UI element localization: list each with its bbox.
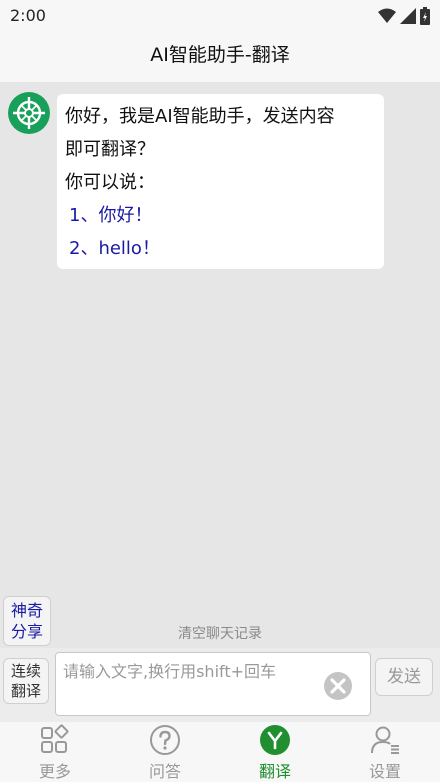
assistant-avatar [8,92,50,134]
clear-history-link[interactable]: 清空聊天记录 [0,623,440,643]
bottom-tab-bar: 更多 问答 翻译 设置 [0,722,440,782]
translate-icon [260,725,290,755]
grid-icon [41,724,69,753]
tab-settings[interactable]: 设置 [330,722,440,782]
clear-input-icon[interactable] [323,671,353,701]
continuous-label-line1: 连续 [10,662,41,680]
send-button[interactable]: 发送 [375,658,433,696]
message-line: 你好，我是AI智能助手，发送内容 [65,106,335,127]
magic-share-label-line1: 神奇 [10,601,43,620]
tab-more[interactable]: 更多 [0,722,110,782]
tab-qa[interactable]: 问答 [110,722,220,782]
suggestion-option-2[interactable]: 2、hello！ [65,232,376,265]
message-line: 即可翻译？ [65,139,155,160]
continuous-translate-button[interactable]: 连续 翻译 [3,658,49,704]
battery-icon [420,7,430,25]
page-title: AI智能助手-翻译 [0,32,440,82]
tab-label: 问答 [148,762,181,781]
chat-area[interactable]: 你好，我是AI智能助手，发送内容 即可翻译？ 你可以说： 1、你好！ 2、hel… [0,82,440,648]
settings-user-icon [371,726,399,754]
status-bar: 2:00 [0,0,440,32]
wifi-icon [378,8,396,23]
cell-signal-icon [400,8,416,24]
continuous-label-line2: 翻译 [10,682,41,700]
tab-label: 翻译 [258,762,291,781]
message-line: 你可以说： [65,172,155,193]
assistant-message-bubble: 你好，我是AI智能助手，发送内容 即可翻译？ 你可以说： 1、你好！ 2、hel… [57,94,384,269]
input-row: 连续 翻译 请输入文字,换行用shift+回车 发送 [0,648,440,722]
status-time: 2:00 [10,6,46,25]
tab-label: 更多 [38,762,71,781]
suggestion-option-1[interactable]: 1、你好！ [65,199,376,232]
tab-translate[interactable]: 翻译 [220,722,330,782]
question-icon [150,725,180,755]
assistant-logo-icon [8,92,50,134]
status-icons [378,7,430,25]
tab-label: 设置 [368,762,401,781]
